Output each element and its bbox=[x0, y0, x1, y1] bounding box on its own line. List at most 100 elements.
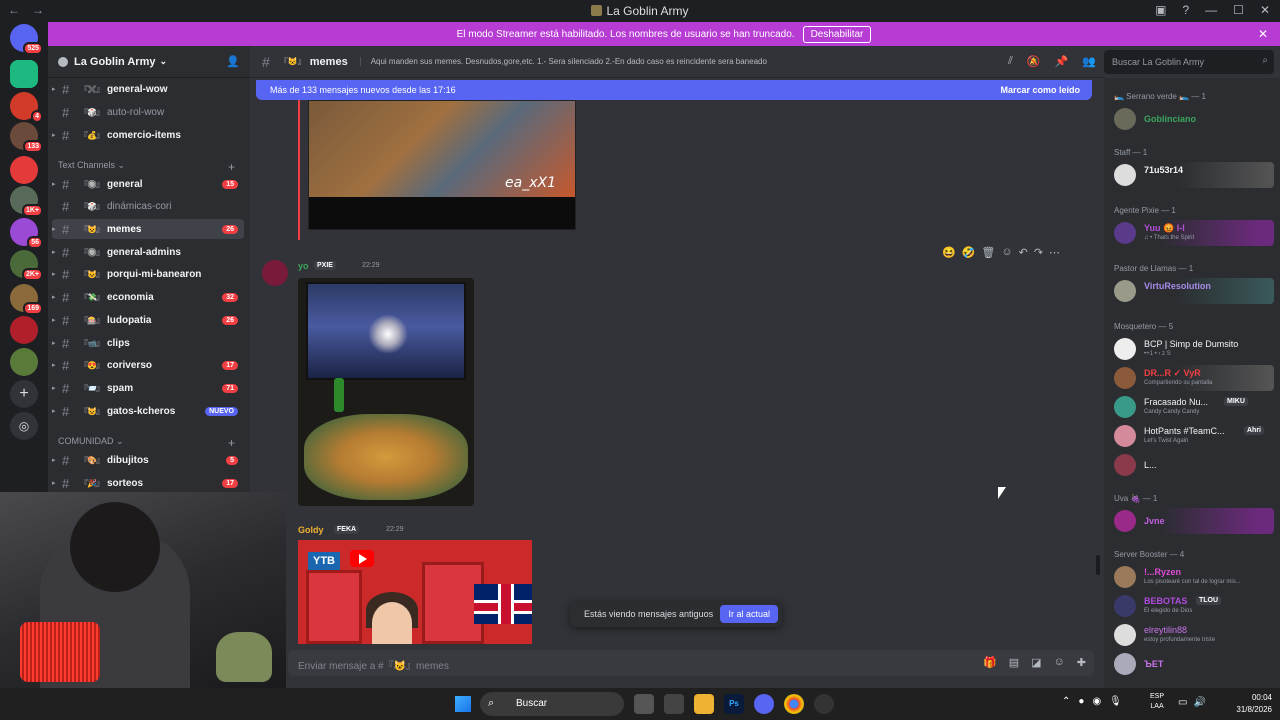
help-icon[interactable]: ? bbox=[1182, 3, 1189, 17]
channel-general[interactable]: ▸ # 『🔘』 general 15 bbox=[52, 174, 244, 194]
close-window-icon[interactable]: ✕ bbox=[1260, 3, 1270, 17]
photoshop-icon[interactable]: Ps bbox=[724, 694, 744, 714]
sticker-icon[interactable]: ◪ bbox=[1031, 656, 1041, 669]
member-item[interactable]: 71u53r14 bbox=[1112, 162, 1274, 188]
category-comunidad[interactable]: COMUNIDAD ⌄ + bbox=[58, 436, 235, 450]
add-reaction-icon[interactable]: ☺ bbox=[1001, 246, 1012, 259]
member-item[interactable]: BCP | Simp de Dumsito •+1 • ‹ z S bbox=[1112, 336, 1274, 362]
channel-general-wow[interactable]: ▸ # 『✖️』 general-wow bbox=[52, 79, 244, 99]
discover-icon[interactable]: ◎ bbox=[10, 412, 38, 440]
task-view-icon[interactable] bbox=[634, 694, 654, 714]
member-item[interactable]: Fracasado Nu... MIKU Candy Candy Candy bbox=[1112, 394, 1274, 420]
add-channel-icon[interactable]: + bbox=[228, 160, 235, 174]
channel-spam[interactable]: ▸ # 『📨』 spam 71 bbox=[52, 378, 244, 398]
category-text-channels[interactable]: Text Channels ⌄ + bbox=[58, 160, 235, 174]
avatar[interactable] bbox=[262, 260, 288, 286]
channel-auto-rol-wow[interactable]: # 『🎲』 auto-rol-wow bbox=[52, 102, 244, 122]
reaction-icon[interactable]: 🤣 bbox=[962, 246, 976, 259]
channel-economia[interactable]: ▸ # 『💸』 economia 32 bbox=[52, 287, 244, 307]
member-item[interactable]: L... bbox=[1112, 452, 1274, 478]
channel-dibujitos[interactable]: ▸ # 『🎨』 dibujitos 5 bbox=[52, 450, 244, 470]
server-icon-7[interactable]: 169 bbox=[10, 284, 43, 315]
message-author[interactable]: yo bbox=[298, 261, 309, 271]
channel-memes[interactable]: ▸ # 『😺』 memes 26 bbox=[52, 219, 244, 239]
invite-icon[interactable]: 👤 bbox=[226, 55, 240, 68]
server-icon-9[interactable] bbox=[10, 348, 38, 376]
tray-app-icon[interactable]: ● bbox=[1078, 696, 1084, 707]
server-header[interactable]: La Goblin Army ⌄ 👤 bbox=[48, 46, 250, 78]
reaction-icon[interactable]: 🗑 bbox=[981, 246, 995, 259]
channel-gatos-kcheros[interactable]: ▸ # 『😺』 gatos-kcheros NUEVO bbox=[52, 401, 244, 421]
close-icon[interactable]: ✕ bbox=[1258, 27, 1268, 41]
add-server-icon[interactable]: + bbox=[10, 380, 38, 408]
channel-sorteos[interactable]: ▸ # 『🎉』 sorteos 17 bbox=[52, 473, 244, 492]
member-list-icon[interactable]: 👥 bbox=[1082, 55, 1096, 68]
server-icon-4[interactable] bbox=[10, 156, 38, 184]
file-explorer-icon[interactable] bbox=[694, 694, 714, 714]
minimize-icon[interactable]: — bbox=[1205, 3, 1217, 17]
channel-general-admins[interactable]: ▸ # 『🔘』 general-admins bbox=[52, 242, 244, 262]
meme-image[interactable]: ea_xX1 bbox=[308, 100, 576, 230]
gift-icon[interactable]: 🎁 bbox=[983, 656, 997, 669]
apps-icon[interactable]: ✚ bbox=[1077, 656, 1086, 669]
channel-comercio-items[interactable]: ▸ # 『💰』 comercio-items bbox=[52, 125, 244, 145]
discord-icon[interactable] bbox=[754, 694, 774, 714]
member-item[interactable]: Goblinciano bbox=[1112, 106, 1274, 132]
app-icon[interactable] bbox=[814, 694, 834, 714]
chevron-up-icon[interactable]: ⌃ bbox=[1062, 696, 1070, 707]
quick-settings[interactable]: ▭ 🔊 bbox=[1178, 697, 1206, 708]
server-icon-k[interactable] bbox=[10, 60, 38, 88]
tray-app-icon[interactable]: ◉ bbox=[1092, 696, 1101, 707]
direct-messages-icon[interactable]: 525 bbox=[10, 24, 43, 55]
pin-icon[interactable]: 📌 bbox=[1055, 55, 1069, 68]
mark-as-read-button[interactable]: Marcar como leído bbox=[1000, 85, 1080, 95]
channel-porqui-mi-banearon[interactable]: ▸ # 『😺』 porqui-mi-banearon bbox=[52, 264, 244, 284]
server-icon-goblin[interactable]: 2K+ bbox=[10, 250, 43, 281]
reaction-icon[interactable]: 😆 bbox=[942, 246, 956, 259]
threads-icon[interactable]: ⫽ bbox=[1008, 55, 1013, 68]
inbox-icon[interactable]: ▣ bbox=[1155, 3, 1166, 17]
member-item[interactable]: elreytilin88 estoy profundamente triste bbox=[1112, 622, 1274, 648]
more-icon[interactable]: ⋯ bbox=[1049, 246, 1060, 259]
server-icon-twitch[interactable]: 56 bbox=[10, 218, 43, 249]
mute-bell-icon[interactable]: 🔕 bbox=[1027, 55, 1041, 68]
new-messages-bar[interactable]: Más de 133 mensajes nuevos desde las 17:… bbox=[256, 80, 1092, 100]
channel-coriverso[interactable]: ▸ # 『😍』 coriverso 17 bbox=[52, 355, 244, 375]
chrome-icon[interactable] bbox=[784, 694, 804, 714]
windows-start-icon[interactable] bbox=[455, 696, 471, 712]
member-item[interactable]: ЪET bbox=[1112, 651, 1274, 677]
channel-dinamicas-cori[interactable]: # 『🎲』 dinámicas-cori bbox=[52, 196, 244, 216]
server-icon-8[interactable] bbox=[10, 316, 38, 344]
member-item[interactable]: HotPants #TeamC... Ahri Let's Twist Agai… bbox=[1112, 423, 1274, 449]
member-item[interactable]: VirtuResolution bbox=[1112, 278, 1274, 304]
video-attachment[interactable]: YTB bbox=[298, 540, 532, 644]
photo-attachment[interactable] bbox=[298, 278, 474, 506]
member-item[interactable]: BEBOTAS TLOU El elegido de Dios bbox=[1112, 593, 1274, 619]
message-input[interactable]: Enviar mensaje a #『😺』memes 🎁 ▤ ◪ ☺ ✚ bbox=[288, 650, 1094, 676]
reply-icon[interactable]: ↶ bbox=[1019, 246, 1028, 259]
disable-button[interactable]: Deshabilitar bbox=[802, 25, 872, 43]
search-input[interactable]: Buscar La Goblin Army ⌕ bbox=[1104, 50, 1274, 74]
message-list[interactable]: Más de 133 mensajes nuevos desde las 17:… bbox=[250, 78, 1104, 644]
clock[interactable]: 00:04 31/8/2026 bbox=[1228, 692, 1272, 716]
jump-to-present-button[interactable]: Ir al actual bbox=[720, 605, 778, 623]
message-author[interactable]: Goldy bbox=[298, 525, 324, 535]
channel-ludopatia[interactable]: ▸ # 『🎰』 ludopatia 26 bbox=[52, 310, 244, 330]
server-icon-3[interactable]: 133 bbox=[10, 122, 43, 153]
language-indicator[interactable]: ESP LAA bbox=[1150, 692, 1164, 712]
member-item[interactable]: !...Ryzen Los pisotearé con tal de logra… bbox=[1112, 564, 1274, 590]
member-item[interactable]: Jvne bbox=[1112, 508, 1274, 534]
member-item[interactable]: DR...R ✓ VyR Compartiendo su pantalla bbox=[1112, 365, 1274, 391]
member-item[interactable]: Yuu 😡 I-I ♫ • Thats the Spirit bbox=[1112, 220, 1274, 246]
channel-topic[interactable]: Aqui manden sus memes. Desnudos,gore,etc… bbox=[359, 57, 980, 66]
forward-icon[interactable]: ↷ bbox=[1034, 246, 1043, 259]
taskbar-search[interactable]: ⌕ Buscar bbox=[480, 692, 624, 716]
mic-icon[interactable]: 🎙 bbox=[1109, 696, 1122, 707]
app-icon[interactable] bbox=[664, 694, 684, 714]
server-icon-5[interactable]: 1K+ bbox=[10, 186, 43, 217]
gif-icon[interactable]: ▤ bbox=[1009, 656, 1019, 669]
scrollbar[interactable] bbox=[1096, 555, 1100, 575]
server-icon-2[interactable]: 4 bbox=[10, 92, 43, 123]
channel-clips[interactable]: ▸ # 『📹』 clips bbox=[52, 333, 244, 353]
add-channel-icon[interactable]: + bbox=[228, 436, 235, 450]
